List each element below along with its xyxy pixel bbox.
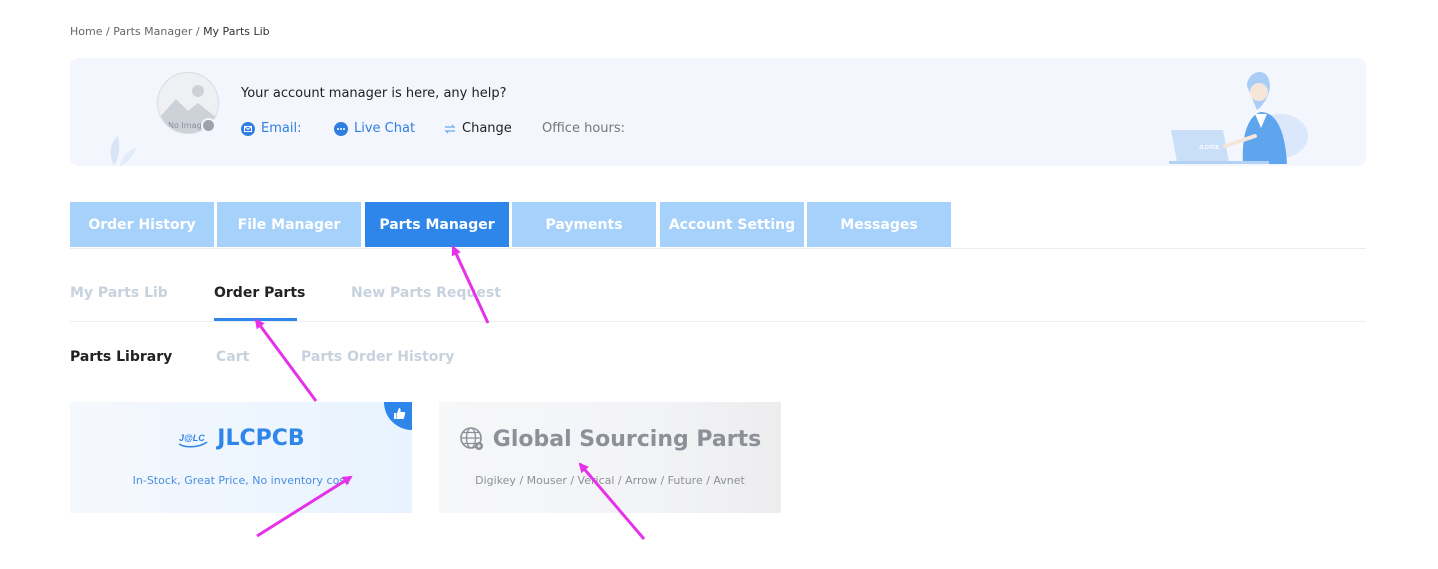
thumbs-up-icon xyxy=(394,408,406,419)
breadcrumb-parts-manager[interactable]: Parts Manager xyxy=(113,25,192,38)
breadcrumb-separator: / xyxy=(192,25,204,38)
status-dot xyxy=(201,118,216,133)
global-subtitle: Digikey / Mouser / Verical / Arrow / Fut… xyxy=(475,474,745,487)
breadcrumb-home[interactable]: Home xyxy=(70,25,102,38)
global-title: Global Sourcing Parts xyxy=(492,426,762,452)
jlcpcb-subtitle: In-Stock, Great Price, No inventory cost xyxy=(132,474,350,487)
change-manager-link[interactable]: Change xyxy=(444,121,512,136)
jlcpcb-title: JLCPCB xyxy=(217,426,305,451)
jlc-logo-text: J@LC xyxy=(179,433,205,443)
breadcrumb-separator: / xyxy=(102,25,114,38)
tab-file-manager[interactable]: File Manager xyxy=(217,202,361,247)
live-chat-link[interactable]: Live Chat xyxy=(334,121,415,136)
account-manager-banner: No Image Your account manager is here, a… xyxy=(70,58,1366,166)
active-tab-underline xyxy=(214,318,297,321)
breadcrumb-current: My Parts Lib xyxy=(203,25,270,38)
leaf-decoration-icon xyxy=(110,136,136,166)
tab-parts-library[interactable]: Parts Library xyxy=(70,349,172,365)
email-icon xyxy=(241,121,255,136)
change-label: Change xyxy=(462,121,512,136)
email-label: Email: xyxy=(261,121,302,136)
tab-messages[interactable]: Messages xyxy=(807,202,951,247)
tab-payments[interactable]: Payments xyxy=(512,202,656,247)
tab-cart[interactable]: Cart xyxy=(216,349,249,365)
breadcrumb: Home / Parts Manager / My Parts Lib xyxy=(70,25,270,38)
jlc-logo-icon: J@LC xyxy=(178,433,208,447)
global-sourcing-card[interactable]: Global Sourcing Parts Digikey / Mouser /… xyxy=(439,402,781,513)
chat-icon xyxy=(334,121,348,136)
main-tabs: Order History File Manager Parts Manager… xyxy=(70,202,1366,249)
laptop-brand-text: JLCPCB xyxy=(1199,145,1219,151)
tab-parts-order-history[interactable]: Parts Order History xyxy=(301,349,454,365)
office-hours-label: Office hours: xyxy=(542,121,626,136)
office-hours: Office hours: xyxy=(542,121,625,136)
jlcpcb-card-title: J@LC JLCPCB xyxy=(70,426,412,451)
subtab-order-parts[interactable]: Order Parts xyxy=(214,285,305,301)
sub-tabs: My Parts Lib Order Parts New Parts Reque… xyxy=(70,280,1366,322)
global-card-title: Global Sourcing Parts xyxy=(439,426,781,452)
live-chat-label: Live Chat xyxy=(354,121,416,136)
account-help-text: Your account manager is here, any help? xyxy=(241,86,507,101)
tab-parts-manager[interactable]: Parts Manager xyxy=(365,202,509,247)
support-agent-illustration-icon: JLCPCB xyxy=(1169,72,1308,164)
jlcpcb-parts-card[interactable]: J@LC JLCPCB In-Stock, Great Price, No in… xyxy=(70,402,412,513)
swap-icon xyxy=(444,124,456,133)
globe-icon xyxy=(459,427,483,450)
email-link[interactable]: Email: xyxy=(241,121,301,136)
subtab-new-parts-request[interactable]: New Parts Request xyxy=(351,285,501,301)
subtab-my-parts-lib[interactable]: My Parts Lib xyxy=(70,285,168,301)
tab-account-setting[interactable]: Account Setting xyxy=(660,202,804,247)
tab-order-history[interactable]: Order History xyxy=(70,202,214,247)
